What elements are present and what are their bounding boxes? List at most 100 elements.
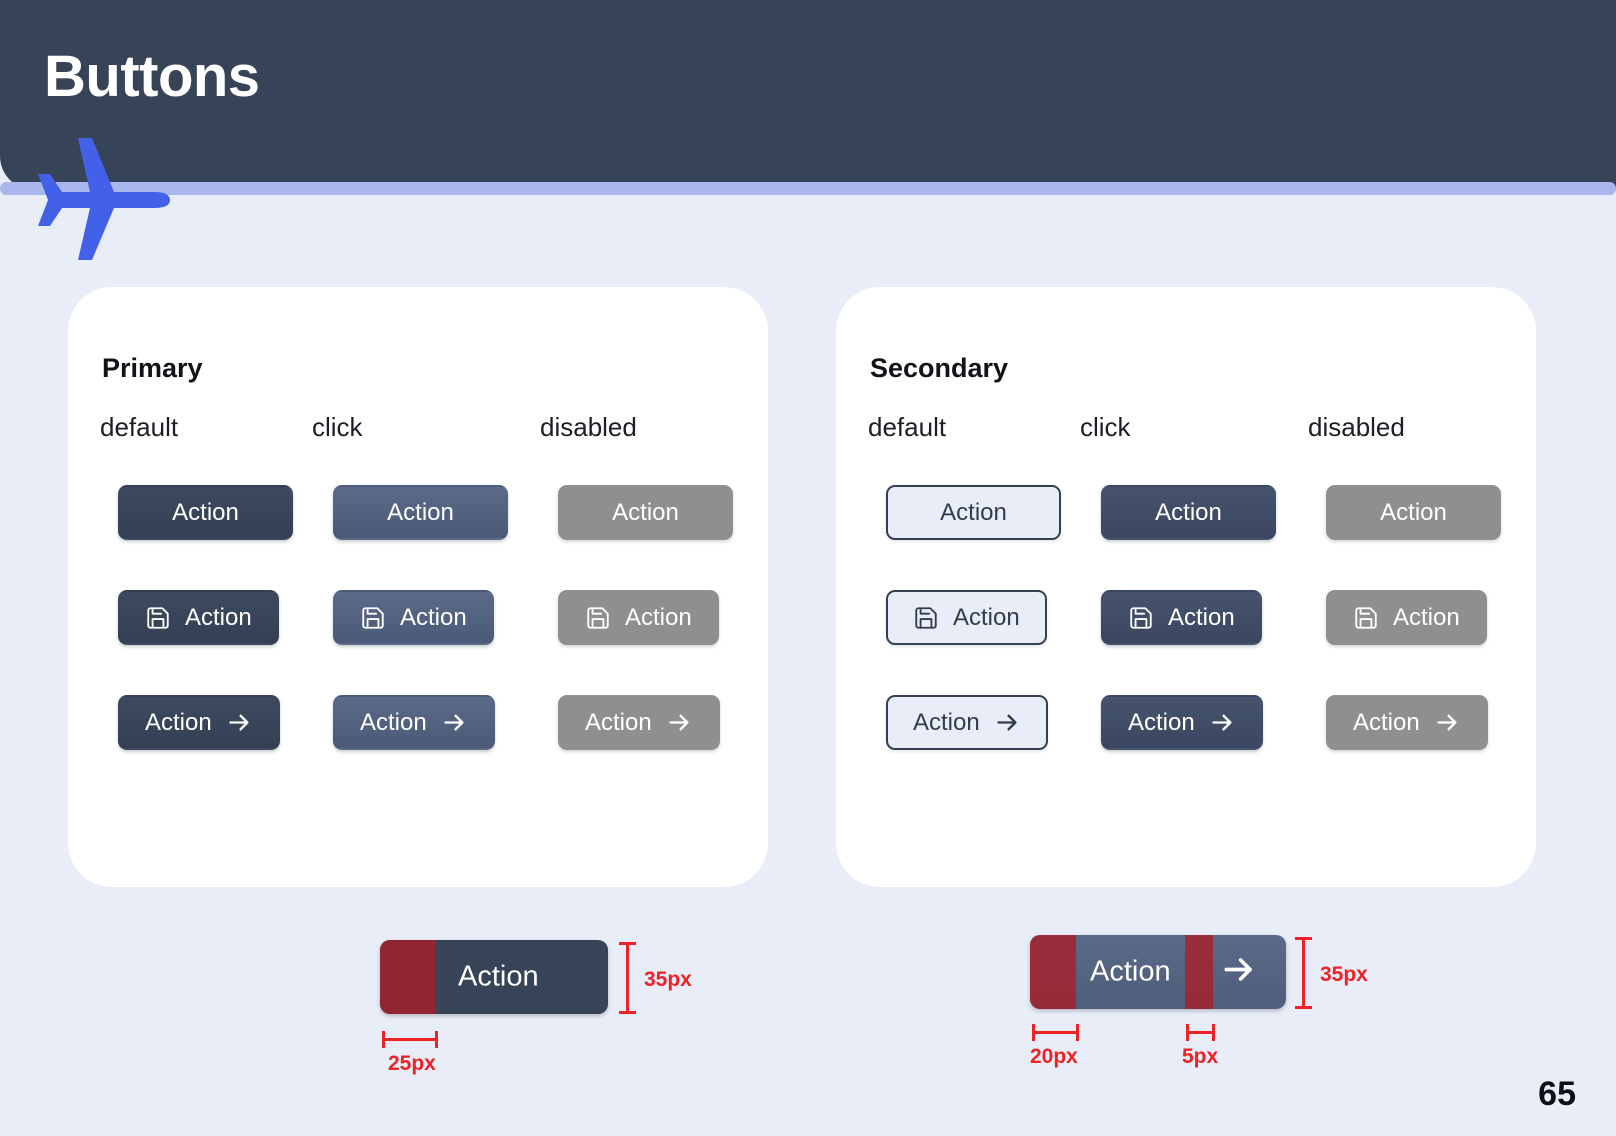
arrow-right-icon — [1434, 709, 1461, 736]
button-cell: Action — [1326, 485, 1501, 540]
button-cell: Action — [558, 485, 733, 540]
arrow-right-icon — [666, 709, 693, 736]
button-label: Action — [940, 498, 1007, 526]
padding-dimension-line — [382, 1031, 438, 1048]
slide-header: Buttons — [0, 0, 1616, 190]
secondary-default-text-button[interactable]: Action — [886, 485, 1061, 540]
spec-button-label: Action — [458, 960, 539, 993]
button-cell: Action — [1326, 695, 1488, 750]
primary-click-arrow-button[interactable]: Action — [333, 695, 495, 750]
card-title-secondary: Secondary — [870, 353, 1009, 383]
button-cell: Action — [118, 485, 293, 540]
save-icon — [913, 605, 939, 631]
spec-button-sample: Action — [1030, 935, 1286, 1009]
button-label: Action — [1380, 498, 1447, 526]
button-cell: Action — [1101, 485, 1276, 540]
secondary-click-text-button[interactable]: Action — [1101, 485, 1276, 540]
button-label: Action — [585, 708, 652, 736]
state-label-default: default — [100, 412, 179, 442]
button-cell: Action — [333, 485, 508, 540]
button-label: Action — [1128, 708, 1195, 736]
button-cell: Action — [1326, 590, 1487, 645]
gap-dimension-label: 5px — [1182, 1045, 1219, 1068]
primary-disabled-arrow-button: Action — [558, 695, 720, 750]
arrow-right-icon — [1209, 709, 1236, 736]
height-dimension-line — [619, 942, 636, 1014]
gap-overlay — [1185, 935, 1213, 1009]
state-label-disabled: disabled — [1308, 412, 1405, 442]
button-label: Action — [1393, 603, 1460, 631]
button-label: Action — [913, 708, 980, 736]
button-label: Action — [1168, 603, 1235, 631]
secondary-default-save-button[interactable]: Action — [886, 590, 1047, 645]
button-label: Action — [953, 603, 1020, 631]
secondary-disabled-text-button: Action — [1326, 485, 1501, 540]
primary-default-arrow-button[interactable]: Action — [118, 695, 280, 750]
secondary-disabled-arrow-button: Action — [1326, 695, 1488, 750]
card-secondary: Secondary default click disabled Action … — [836, 287, 1536, 887]
padding-dimension-line — [1032, 1024, 1079, 1041]
button-label: Action — [400, 603, 467, 631]
gap-dimension-line — [1186, 1024, 1215, 1041]
save-icon — [145, 605, 171, 631]
arrow-right-icon — [226, 709, 253, 736]
button-cell: Action — [1101, 590, 1262, 645]
page-title: Buttons — [44, 44, 260, 109]
button-label: Action — [172, 498, 239, 526]
state-label-default: default — [868, 412, 947, 442]
page-number: 65 — [1538, 1075, 1576, 1113]
primary-disabled-text-button: Action — [558, 485, 733, 540]
airplane-icon — [30, 130, 170, 260]
accent-trail-line — [0, 182, 1616, 195]
button-label: Action — [1155, 498, 1222, 526]
secondary-disabled-save-button: Action — [1326, 590, 1487, 645]
button-label: Action — [145, 708, 212, 736]
button-label: Action — [387, 498, 454, 526]
padding-overlay-left — [1030, 935, 1076, 1009]
button-cell: Action — [333, 590, 494, 645]
state-label-click: click — [312, 412, 363, 442]
primary-text-button-spec: Action 35px 25px — [380, 940, 692, 1075]
secondary-default-arrow-button[interactable]: Action — [886, 695, 1048, 750]
button-cell: Action — [558, 695, 720, 750]
button-cell: Action — [886, 695, 1048, 750]
button-label: Action — [360, 708, 427, 736]
secondary-click-save-button[interactable]: Action — [1101, 590, 1262, 645]
primary-default-save-button[interactable]: Action — [118, 590, 279, 645]
button-cell: Action — [886, 485, 1061, 540]
button-label: Action — [1353, 708, 1420, 736]
save-icon — [360, 605, 386, 631]
primary-click-text-button[interactable]: Action — [333, 485, 508, 540]
height-dimension-label: 35px — [1320, 963, 1368, 986]
save-icon — [585, 605, 611, 631]
height-dimension-label: 35px — [644, 968, 692, 991]
button-cell: Action — [333, 695, 495, 750]
button-cell: Action — [558, 590, 719, 645]
button-cell: Action — [118, 695, 280, 750]
button-label: Action — [612, 498, 679, 526]
arrow-right-icon — [1220, 951, 1258, 994]
button-cell: Action — [118, 590, 279, 645]
button-cell: Action — [1101, 695, 1263, 750]
arrow-right-icon — [441, 709, 468, 736]
spec-button-sample: Action — [380, 940, 608, 1014]
save-icon — [1128, 605, 1154, 631]
primary-disabled-save-button: Action — [558, 590, 719, 645]
padding-overlay-left — [380, 940, 435, 1014]
card-title-primary: Primary — [102, 353, 203, 383]
slide: Buttons Primary default click disabled A… — [0, 0, 1616, 1136]
save-icon — [1353, 605, 1379, 631]
primary-default-text-button[interactable]: Action — [118, 485, 293, 540]
primary-arrow-button-spec: Action 35px 20px 5px — [1030, 935, 1368, 1068]
button-label: Action — [185, 603, 252, 631]
arrow-right-icon — [994, 709, 1021, 736]
padding-dimension-label: 20px — [1030, 1045, 1078, 1068]
spec-button-label: Action — [1090, 955, 1171, 988]
state-label-disabled: disabled — [540, 412, 637, 442]
button-label: Action — [625, 603, 692, 631]
secondary-click-arrow-button[interactable]: Action — [1101, 695, 1263, 750]
height-dimension-line — [1295, 937, 1312, 1009]
button-cell: Action — [886, 590, 1047, 645]
primary-click-save-button[interactable]: Action — [333, 590, 494, 645]
padding-dimension-label: 25px — [388, 1052, 436, 1075]
